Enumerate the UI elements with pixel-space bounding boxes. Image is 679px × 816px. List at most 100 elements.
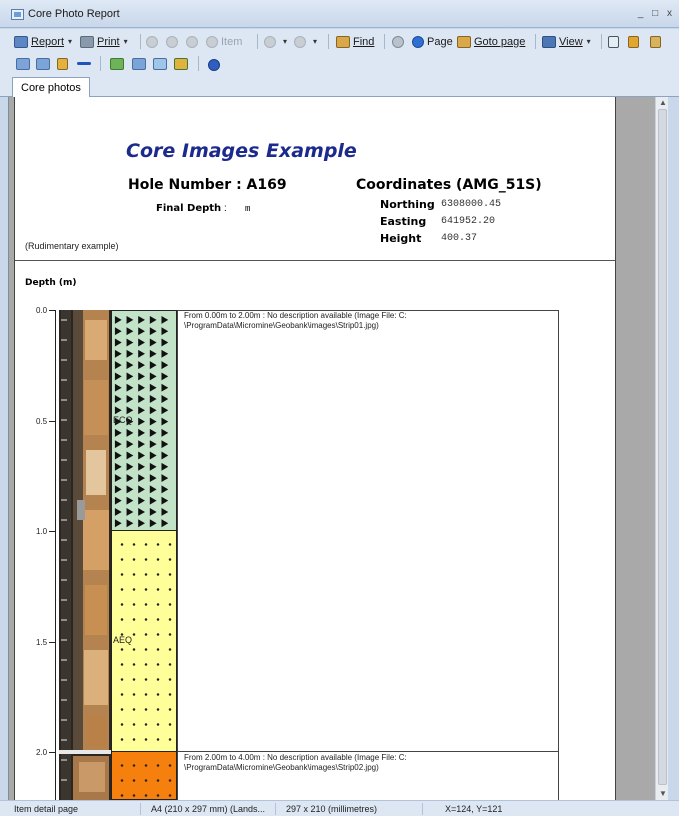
forward-button[interactable]: ▾ [294,33,317,50]
lithology-next-interval [111,752,177,800]
report-note: (Rudimentary example) [25,241,119,251]
first-page-button[interactable] [146,33,161,50]
easting-label: Easting [380,215,427,228]
depth-major-tick [49,421,55,422]
chevron-down-icon: ▾ [68,37,73,46]
depth-tick-label: 1.0 [36,527,48,536]
northing-label: Northing [380,198,435,211]
line-icon[interactable] [77,62,91,65]
pen-icon [628,35,639,48]
window-title: Core Photo Report [28,8,120,20]
help-icon[interactable] [208,59,220,71]
back-icon [264,35,276,48]
description-line: \ProgramData\Micromine\Geobank\images\St… [184,321,379,330]
lithology-code-label: ECQ [113,415,133,425]
depth-major-tick [49,752,55,753]
description-line: From 2.00m to 4.00m : No description ava… [184,753,407,762]
height-value: 400.37 [441,233,478,244]
document-icon[interactable] [153,58,167,70]
depth-axis-line [55,310,56,800]
depth-tick-label: 1.5 [36,638,48,647]
pointer-tool-button[interactable] [608,33,622,50]
header-divider [15,260,615,261]
status-item: Item detail page [14,804,79,814]
next-page-icon [186,35,198,48]
first-page-icon [146,35,158,48]
hole-number: Hole Number : A169 [128,177,287,193]
northing-value: 6308000.45 [441,199,502,210]
window-controls[interactable]: _ □ x [638,8,675,19]
scroll-down-icon[interactable]: ▼ [659,789,667,798]
status-coords: X=124, Y=121 [445,804,503,814]
page-nav-icon [412,35,424,48]
status-bar: Item detail page A4 (210 x 297 mm) (Land… [0,800,679,816]
pen-tool-button[interactable] [628,33,642,50]
coordinates-title: Coordinates (AMG_51S) [356,177,542,193]
goto-label: Goto page [474,35,526,48]
tab-core-photos[interactable]: Core photos [12,77,90,98]
binoculars-icon [336,35,350,48]
scroll-up-icon[interactable]: ▲ [659,98,667,107]
prev-page-button[interactable] [166,33,181,50]
main-toolbar: Report ▾ Print ▾ Item ▾ ▾ Find Page Goto… [0,29,679,54]
depth-tick-label: 0.5 [36,417,48,426]
new-document-icon[interactable] [16,58,30,70]
forward-icon [294,35,306,48]
vertical-scrollbar[interactable]: ▲ ▼ [655,97,668,800]
key-tool-button[interactable] [650,33,664,50]
print-label: Print [97,35,120,48]
prev-page-icon [166,35,178,48]
depth-major-tick [49,642,55,643]
delete-icon[interactable] [174,58,188,70]
report-viewport: Core Images Example Hole Number : A169 C… [8,97,668,800]
core-photo-strip [59,310,111,800]
next-page-button[interactable] [186,33,201,50]
refresh-button[interactable] [392,33,407,50]
item-button[interactable]: Item [206,33,242,50]
chevron-down-icon: ▾ [283,37,288,46]
back-button[interactable]: ▾ [264,33,287,50]
final-depth-label: Final Depth [156,203,222,214]
depth-major-tick [49,310,55,311]
description-line: \ProgramData\Micromine\Geobank\images\St… [184,763,379,772]
chevron-down-icon: ▾ [313,37,318,46]
print-menu-button[interactable]: Print ▾ [80,33,128,50]
status-paper: A4 (210 x 297 mm) (Lands... [151,804,266,814]
scroll-thumb[interactable] [658,109,667,785]
report-app-icon [11,9,24,20]
description-text: From 0.00m to 2.00m : No description ava… [184,311,484,331]
find-button[interactable]: Find [336,33,374,50]
item-icon [206,35,218,48]
refresh-icon [392,35,404,48]
pointer-icon [608,35,619,48]
goto-page-button[interactable]: Goto page [457,33,525,50]
report-menu-button[interactable]: Report ▾ [14,33,72,50]
view-label: View [559,35,583,48]
description-text: From 2.00m to 4.00m : No description ava… [184,753,484,773]
tab-strip: Core photos [0,74,679,98]
description-line: From 0.00m to 2.00m : No description ava… [184,311,407,320]
final-depth-colon: : [224,203,227,214]
printer-icon [80,35,94,48]
depth-major-tick [49,531,55,532]
page-button[interactable]: Page [412,33,453,50]
report-page: Core Images Example Hole Number : A169 C… [14,97,616,800]
add-item-icon[interactable] [110,58,124,70]
easting-value: 641952.20 [441,216,496,227]
page-setup-icon[interactable] [132,58,146,70]
lithology-code-label: AEQ [113,635,133,645]
key-icon [650,35,661,48]
item-label: Item [221,35,243,48]
description-box [177,310,559,752]
view-menu-button[interactable]: View ▾ [542,33,591,50]
chevron-down-icon: ▾ [123,37,128,46]
depth-tick-label: 0.0 [36,306,48,315]
depth-tick-label: 2.0 [36,748,48,757]
page-label: Page [427,35,453,48]
report-title: Core Images Example [126,140,357,162]
goto-binoculars-icon [457,35,471,48]
status-size: 297 x 210 (millimetres) [286,804,378,814]
height-label: Height [380,232,422,245]
pencil-icon[interactable] [57,58,68,70]
open-document-icon[interactable] [36,58,50,70]
